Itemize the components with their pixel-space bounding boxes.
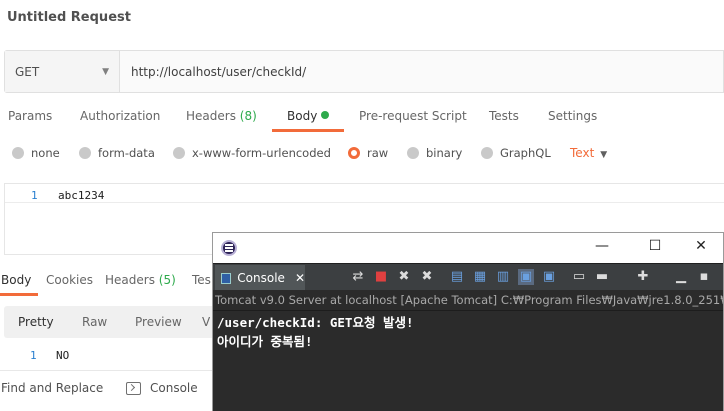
show-on-stderr-icon[interactable]: ▣ bbox=[541, 269, 557, 285]
request-tabs: Params Authorization Headers (8) Body Pr… bbox=[0, 104, 724, 132]
line-number: 1 bbox=[31, 189, 38, 202]
window-titlebar[interactable]: — ☐ ✕ bbox=[213, 233, 723, 263]
minimize-button[interactable]: — bbox=[592, 238, 612, 254]
radio-label: x-www-form-urlencoded bbox=[192, 146, 331, 160]
display-console-icon[interactable]: ▬ bbox=[594, 269, 610, 285]
active-line-highlight bbox=[5, 202, 724, 203]
tab-headers[interactable]: Headers (8) bbox=[186, 109, 257, 123]
remove-launch-icon[interactable]: ✖ bbox=[396, 269, 412, 285]
tab-pre-request-script[interactable]: Pre-request Script bbox=[359, 109, 467, 123]
radio-form-data[interactable]: form-data bbox=[79, 146, 155, 160]
console-line: 아이디가 중복됨! bbox=[217, 334, 313, 349]
response-tab-cookies[interactable]: Cookies bbox=[46, 273, 93, 287]
close-button[interactable]: ✕ bbox=[691, 238, 711, 254]
find-replace-button[interactable]: Find and Replace bbox=[1, 381, 103, 395]
response-tab-headers[interactable]: Headers (5) bbox=[105, 273, 176, 287]
url-input[interactable]: http://localhost/user/checkId/ bbox=[120, 51, 723, 92]
console-icon bbox=[126, 381, 141, 395]
radio-label: raw bbox=[367, 146, 389, 160]
radio-label: form-data bbox=[98, 146, 155, 160]
radio-icon bbox=[407, 147, 419, 159]
console-line: /user/checkId: GET요청 발생! bbox=[217, 315, 414, 330]
console-tab-label: Console bbox=[237, 271, 285, 285]
status-bar: Find and Replace Console bbox=[0, 370, 215, 411]
maximize-view-icon[interactable]: ▪ bbox=[696, 269, 712, 285]
console-label: Console bbox=[150, 381, 198, 395]
show-on-stdout-icon[interactable]: ▣ bbox=[518, 269, 534, 285]
tab-body[interactable]: Body bbox=[287, 109, 330, 123]
open-console-icon[interactable]: ✚ bbox=[635, 269, 651, 285]
console-icon bbox=[221, 272, 232, 284]
body-format-label: Text bbox=[570, 146, 595, 160]
view-visualize[interactable]: V bbox=[202, 315, 210, 329]
view-raw[interactable]: Raw bbox=[82, 315, 107, 329]
response-tab-headers-label: Headers bbox=[105, 273, 155, 287]
eclipse-logo-icon bbox=[221, 240, 237, 256]
code-line: abc1234 bbox=[58, 189, 105, 202]
tab-tests[interactable]: Tests bbox=[489, 109, 519, 123]
tab-settings[interactable]: Settings bbox=[548, 109, 597, 123]
radio-none[interactable]: none bbox=[12, 146, 60, 160]
body-format-select[interactable]: Text ▼ bbox=[570, 146, 607, 160]
radio-icon bbox=[481, 147, 493, 159]
tab-headers-count: (8) bbox=[239, 109, 257, 123]
console-output[interactable]: /user/checkId: GET요청 발생! 아이디가 중복됨! bbox=[213, 311, 723, 411]
view-preview[interactable]: Preview bbox=[135, 315, 182, 329]
method-label: GET bbox=[15, 64, 40, 79]
radio-selected-icon bbox=[348, 147, 360, 159]
console-button[interactable]: Console bbox=[126, 381, 198, 395]
tab-params[interactable]: Params bbox=[8, 109, 52, 123]
radio-label: none bbox=[31, 146, 60, 160]
request-title: Untitled Request bbox=[7, 10, 131, 25]
radio-raw[interactable]: raw bbox=[348, 146, 388, 160]
tab-authorization[interactable]: Authorization bbox=[80, 109, 160, 123]
eclipse-console-window: — ☐ ✕ Console ✕ ⇄ ■ ✖ ✖ ▤ ▦ ▥ ▣ ▣ ▭ ▬ ✚ … bbox=[212, 232, 724, 411]
response-view-modes: Pretty Raw Preview V bbox=[4, 306, 216, 338]
response-line: NO bbox=[56, 349, 70, 362]
radio-label: GraphQL bbox=[500, 146, 551, 160]
close-icon[interactable]: ✕ bbox=[295, 271, 305, 285]
view-pretty[interactable]: Pretty bbox=[18, 315, 54, 329]
process-description: Tomcat v9.0 Server at localhost [Apache … bbox=[215, 293, 723, 307]
console-process-label: Tomcat v9.0 Server at localhost [Apache … bbox=[213, 290, 723, 311]
terminate-icon[interactable]: ■ bbox=[373, 269, 389, 285]
radio-icon bbox=[79, 147, 91, 159]
console-tabbar: Console ✕ ⇄ ■ ✖ ✖ ▤ ▦ ▥ ▣ ▣ ▭ ▬ ✚ ▁ ▪ bbox=[213, 263, 723, 291]
response-tab-tests[interactable]: Tes bbox=[192, 273, 211, 287]
radio-x-www-form-urlencoded[interactable]: x-www-form-urlencoded bbox=[173, 146, 331, 160]
minimize-view-icon[interactable]: ▁ bbox=[673, 269, 689, 285]
maximize-button[interactable]: ☐ bbox=[645, 238, 665, 254]
radio-icon bbox=[173, 147, 185, 159]
radio-binary[interactable]: binary bbox=[407, 146, 462, 160]
radio-icon bbox=[12, 147, 24, 159]
word-wrap-icon[interactable]: ▥ bbox=[495, 269, 511, 285]
response-line-number: 1 bbox=[30, 349, 37, 362]
response-tab-body[interactable]: Body bbox=[1, 273, 31, 287]
chevron-down-icon: ▼ bbox=[102, 66, 109, 77]
remove-all-icon[interactable]: ✖ bbox=[419, 269, 435, 285]
reconnect-icon[interactable]: ⇄ bbox=[350, 269, 366, 285]
response-tabs: Body Cookies Headers (5) Tes bbox=[0, 267, 215, 297]
radio-label: binary bbox=[426, 146, 463, 160]
active-response-tab-indicator bbox=[0, 293, 38, 296]
tab-headers-label: Headers bbox=[186, 109, 236, 123]
radio-graphql[interactable]: GraphQL bbox=[481, 146, 551, 160]
scroll-lock-icon[interactable]: ▦ bbox=[472, 269, 488, 285]
tab-body-label: Body bbox=[287, 109, 318, 123]
chevron-down-icon: ▼ bbox=[600, 150, 608, 160]
clear-console-icon[interactable]: ▤ bbox=[449, 269, 465, 285]
body-type-selector: none form-data x-www-form-urlencoded raw… bbox=[0, 144, 724, 164]
console-tab[interactable]: Console ✕ bbox=[215, 265, 305, 291]
url-bar: GET ▼ http://localhost/user/checkId/ bbox=[4, 50, 724, 93]
active-tab-indicator bbox=[272, 129, 344, 132]
status-dot-icon bbox=[321, 111, 330, 119]
pin-console-icon[interactable]: ▭ bbox=[571, 269, 587, 285]
method-select[interactable]: GET ▼ bbox=[5, 51, 120, 92]
response-tab-headers-count: (5) bbox=[158, 273, 176, 287]
